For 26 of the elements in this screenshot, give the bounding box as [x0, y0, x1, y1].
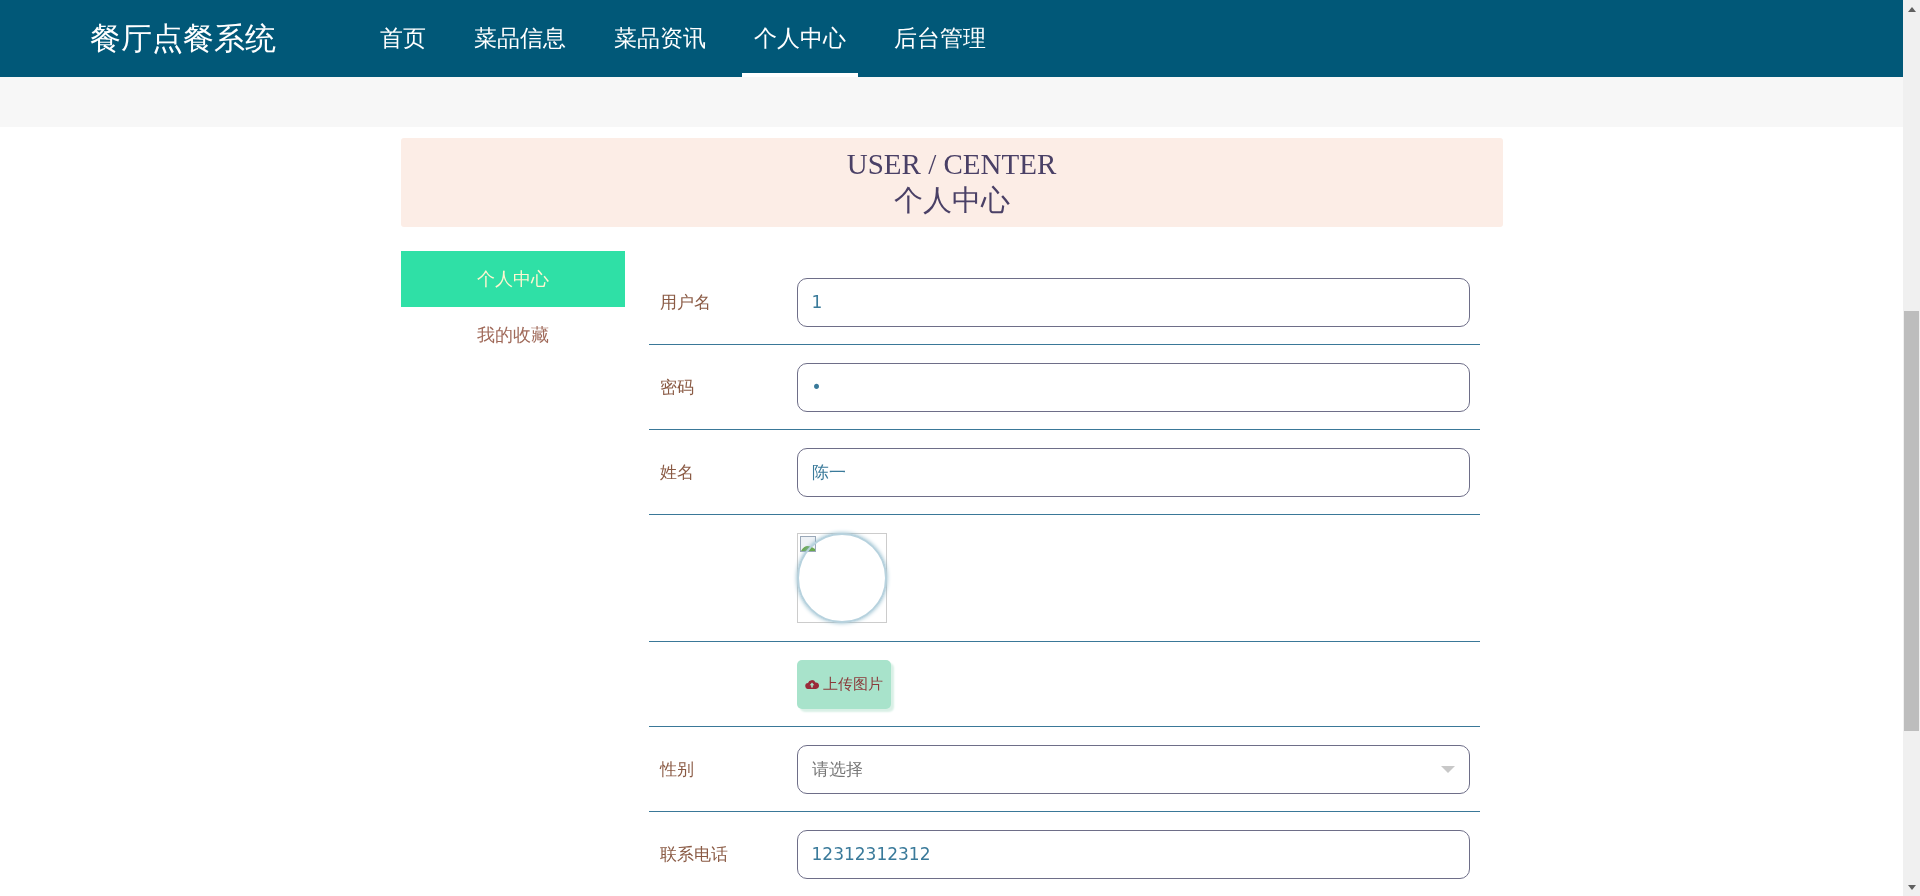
input-field[interactable]: 12312312312 — [796, 829, 1470, 879]
field-label: 用户名 — [659, 291, 711, 312]
sidebar-item[interactable]: 我的收藏 — [400, 307, 625, 363]
scrollbar-thumb[interactable] — [1904, 311, 1919, 731]
upload-button[interactable]: 上传图片 — [796, 659, 891, 709]
broken-image-icon — [799, 536, 816, 552]
nav-link[interactable]: 菜品信息 — [462, 0, 578, 77]
cloud-upload-icon — [804, 679, 819, 689]
field-label: 性别 — [659, 758, 694, 779]
nav-link[interactable]: 首页 — [368, 0, 438, 77]
input-field[interactable]: • — [796, 362, 1470, 412]
select-field[interactable]: 请选择 — [796, 744, 1470, 794]
field-label: 联系电话 — [659, 843, 728, 864]
scroll-down-icon[interactable] — [1907, 885, 1916, 890]
scrollbar[interactable] — [1903, 0, 1920, 896]
nav-link[interactable]: 后台管理 — [882, 0, 998, 77]
field-label: 密码 — [659, 376, 694, 397]
field-label: 姓名 — [659, 461, 694, 482]
scroll-up-icon[interactable] — [1907, 7, 1916, 12]
site-title: 餐厅点餐系统 — [90, 18, 277, 58]
input-field[interactable]: 1 — [796, 277, 1470, 327]
nav-link[interactable]: 菜品资讯 — [602, 0, 718, 77]
caret-icon — [1440, 765, 1455, 773]
banner-title: USER / CENTER — [846, 146, 1057, 181]
banner-subtitle: 个人中心 — [893, 182, 1010, 218]
input-field[interactable]: 陈一 — [796, 447, 1470, 497]
